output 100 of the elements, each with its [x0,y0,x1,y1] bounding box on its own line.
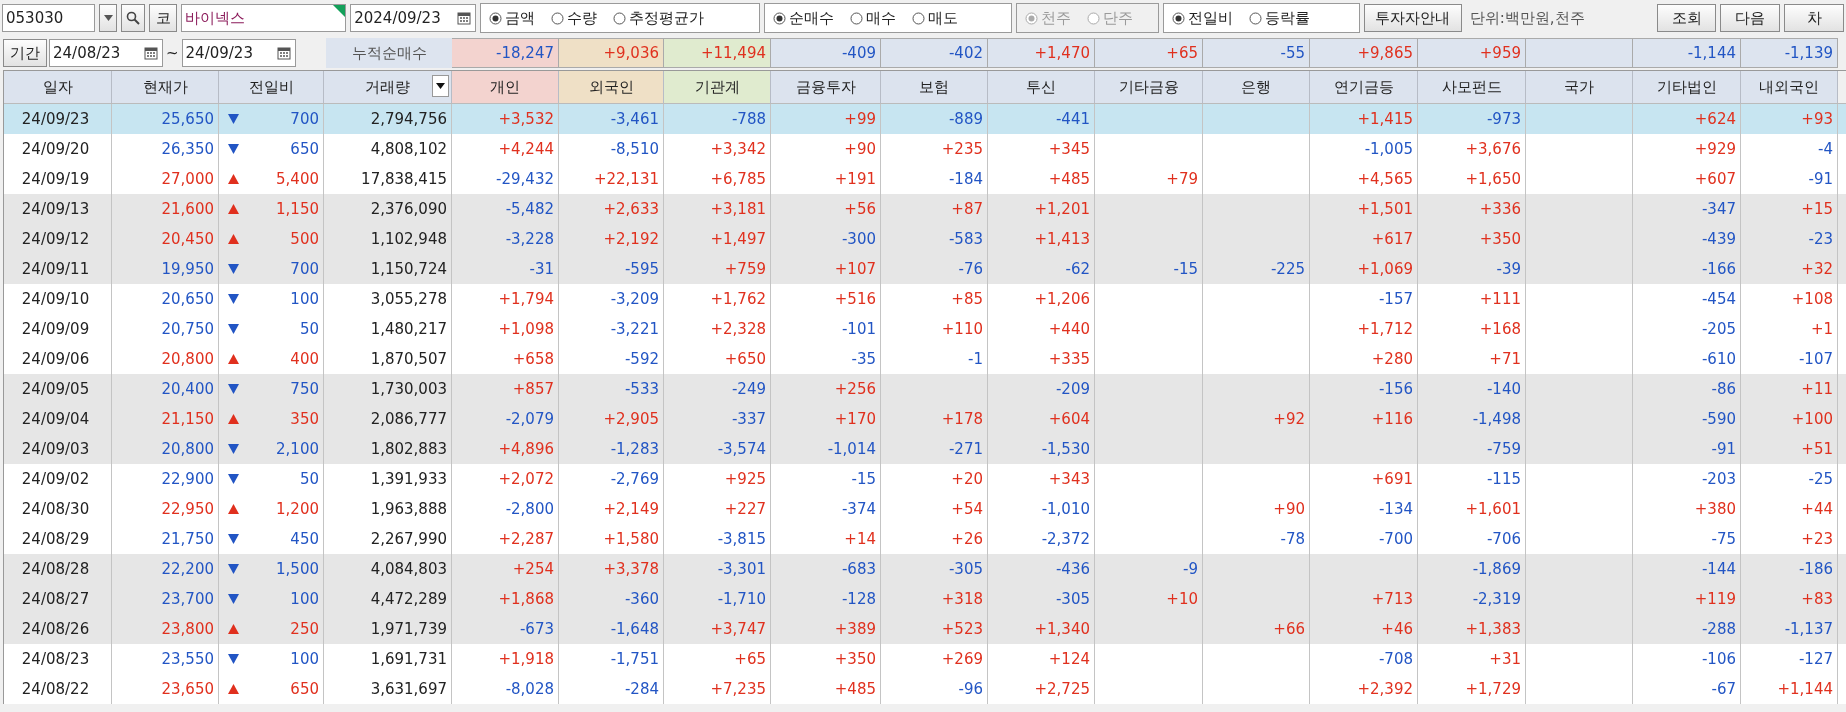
table-cell: +691 [1371,470,1413,488]
total-cell: +65 [1095,38,1203,68]
table-row[interactable]: 24/09/20 26,350 650 4,808,102 +4,244 -8,510 +3,342 +90 +235 +345 -1,005 +3,676 +929 -4 [4,134,1846,164]
table-row[interactable]: 24/08/29 21,750 450 2,267,990 +2,287 +1,580 -3,815 +14 +26 -2,372 -78 -700 -706 -75 +23 [4,524,1846,554]
table-cell: +713 [1371,590,1413,608]
table-cell: -1,005 [1364,140,1413,158]
period-button[interactable]: 기간 [3,39,47,67]
stock-name-field[interactable]: 바이넥스 [181,4,347,32]
table-cell: 23,650 [161,680,214,698]
start-date-field[interactable]: 24/08/23 [49,39,163,67]
calendar-icon[interactable] [456,11,471,25]
radio-button[interactable] [488,11,502,25]
radio-label[interactable]: 매수 [866,8,897,28]
investor-guide-button[interactable]: 투자자안내 [1364,4,1462,32]
table-row[interactable]: 24/09/02 22,900 50 1,391,933 +2,072 -2,769 +925 -15 +20 +343 +691 -115 -203 -25 [4,464,1846,494]
table-cell: -300 [841,230,876,248]
radio-button[interactable] [550,11,564,25]
table-cell: +350 [834,650,876,668]
code-type-button[interactable]: 코 [149,4,178,32]
column-header[interactable]: 연기금등 [1310,71,1418,103]
radio-button[interactable] [773,11,787,25]
radio-button[interactable] [850,11,864,25]
table-row[interactable]: 24/09/10 20,650 100 3,055,278 +1,794 -3,209 +1,762 +516 +85 +1,206 -157 +111 -454 +108 [4,284,1846,314]
column-header[interactable]: 은행 [1203,71,1310,103]
table-cell: +1,383 [1465,620,1521,638]
table-cell: 23,700 [161,590,214,608]
table-cell: 1,963,888 [370,500,447,518]
table-cell: -284 [624,680,659,698]
radio-button[interactable] [1249,11,1263,25]
search-button[interactable] [121,4,146,32]
table-row[interactable]: 24/08/26 23,800 250 1,971,739 -673 -1,648 +3,747 +389 +523 +1,340 +66 +46 +1,383 -288 -1,137 [4,614,1846,644]
date-field[interactable]: 2024/09/23 [350,4,476,32]
table-cell: -4 [1818,140,1833,158]
table-cell: 24/09/05 [21,380,90,398]
table-row[interactable]: 24/09/09 20,750 50 1,480,217 +1,098 -3,221 +2,328 -101 +110 +440 +1,712 +168 -205 +1 [4,314,1846,344]
radio-button[interactable] [912,11,926,25]
column-header[interactable]: 외국인 [559,71,664,103]
column-header[interactable]: 투신 [988,71,1095,103]
end-date-field[interactable]: 24/09/23 [181,39,296,67]
table-row[interactable]: 24/09/13 21,600 1,150 2,376,090 -5,482 +2,633 +3,181 +56 +87 +1,201 +1,501 +336 -347 +15 [4,194,1846,224]
table-cell: +44 [1801,500,1833,518]
column-header[interactable]: 기타금융 [1095,71,1203,103]
table-row[interactable]: 24/09/03 20,800 2,100 1,802,883 +4,896 -1,283 -3,574 -1,014 -271 -1,530 -759 -91 +51 [4,434,1846,464]
radio-button[interactable] [1172,11,1186,25]
range-separator: ~ [165,44,180,62]
table-row[interactable]: 24/08/28 22,200 1,500 4,084,803 +254 +3,378 -3,301 -683 -305 -436 -9 -1,869 -144 -186 [4,554,1846,584]
table-cell: +1,794 [498,290,554,308]
table-cell: 17,838,415 [361,170,447,188]
column-header[interactable]: 보험 [881,71,988,103]
column-header[interactable]: 현재가 [112,71,219,103]
radio-label[interactable]: 등락률 [1265,8,1311,28]
column-header[interactable]: 사모펀드 [1418,71,1526,103]
table-cell: +256 [834,380,876,398]
table-cell: +15 [1801,200,1833,218]
column-header[interactable]: 기타법인 [1633,71,1741,103]
radio-label[interactable]: 매도 [928,8,959,28]
table-row[interactable]: 24/09/06 20,800 400 1,870,507 +658 -592 +650 -35 -1 +335 +280 +71 -610 -107 [4,344,1846,374]
table-cell: 2,267,990 [370,530,447,548]
column-header[interactable]: 전일비 [219,71,324,103]
column-header[interactable]: 일자 [4,71,112,103]
table-row[interactable]: 24/09/19 27,000 5,400 17,838,415 -29,432 +22,131 +6,785 +191 -184 +485 +79 +4,565 +1,650 +607 -91 [4,164,1846,194]
table-row[interactable]: 24/09/12 20,450 500 1,102,948 -3,228 +2,192 +1,497 -300 -583 +1,413 +617 +350 -439 -23 [4,224,1846,254]
stock-code-field[interactable]: 053030 [2,4,96,32]
table-cell: +66 [1273,620,1305,638]
table-row[interactable]: 24/09/23 25,650 700 2,794,756 +3,532 -3,461 -788 +99 -889 -441 +1,415 -973 +624 +93 [4,104,1846,134]
table-row[interactable]: 24/08/23 23,550 100 1,691,731 +1,918 -1,751 +65 +350 +269 +124 -708 +31 -106 -127 [4,644,1846,674]
table-row[interactable]: 24/09/11 19,950 700 1,150,724 -31 -595 +759 +107 -76 -62 -15 -225 +1,069 -39 -166 +32 [4,254,1846,284]
table-cell: +79 [1166,170,1198,188]
table-cell: +343 [1048,470,1090,488]
radio-label[interactable]: 순매수 [789,8,835,28]
corner-triangle-icon [333,5,346,17]
calendar-icon[interactable] [144,46,158,60]
toolbar-button[interactable]: 다음 [1720,4,1781,32]
radio-button[interactable] [612,11,626,25]
table-row[interactable]: 24/08/30 22,950 1,200 1,963,888 -2,800 +2,149 +227 -374 +54 -1,010 +90 -134 +1,601 +380 +44 [4,494,1846,524]
table-cell: -209 [1055,380,1090,398]
table-cell: -788 [731,110,766,128]
column-header[interactable]: 국가 [1526,71,1633,103]
table-row[interactable]: 24/08/27 23,700 100 4,472,289 +1,868 -360 -1,710 -128 +318 -305 +10 +713 -2,319 +119 +83 [4,584,1846,614]
toolbar-button[interactable]: 차 [1784,4,1844,32]
table-row[interactable]: 24/09/05 20,400 750 1,730,003 +857 -533 -249 +256 -209 -156 -140 -86 +11 [4,374,1846,404]
table-row[interactable]: 24/08/22 23,650 650 3,631,697 -8,028 -284 +7,235 +485 -96 +2,725 +2,392 +1,729 -67 +1,144 [4,674,1846,704]
radio-label[interactable]: 추정평균가 [628,8,704,28]
column-header[interactable]: 개인 [452,71,559,103]
column-header[interactable]: 금융투자 [771,71,881,103]
table-cell: +1,601 [1465,500,1521,518]
table-cell: +6,785 [710,170,766,188]
calendar-icon[interactable] [276,46,291,60]
dropdown-button[interactable] [99,4,118,32]
table-row[interactable]: 24/09/04 21,150 350 2,086,777 -2,079 +2,905 -337 +170 +178 +604 +92 +116 -1,498 -590 +100 [4,404,1846,434]
column-header[interactable]: 기관계 [664,71,771,103]
radio-label[interactable]: 수량 [566,8,597,28]
column-header[interactable]: 거래량 [324,71,452,103]
table-cell: +87 [951,200,983,218]
radio-label[interactable]: 전일비 [1188,8,1234,28]
column-header[interactable]: 내외국인 [1741,71,1838,103]
table-cell: -101 [841,320,876,338]
radio-label[interactable]: 금액 [504,8,535,28]
sort-dropdown-button[interactable] [432,75,449,97]
toolbar-button[interactable]: 조회 [1656,4,1717,32]
